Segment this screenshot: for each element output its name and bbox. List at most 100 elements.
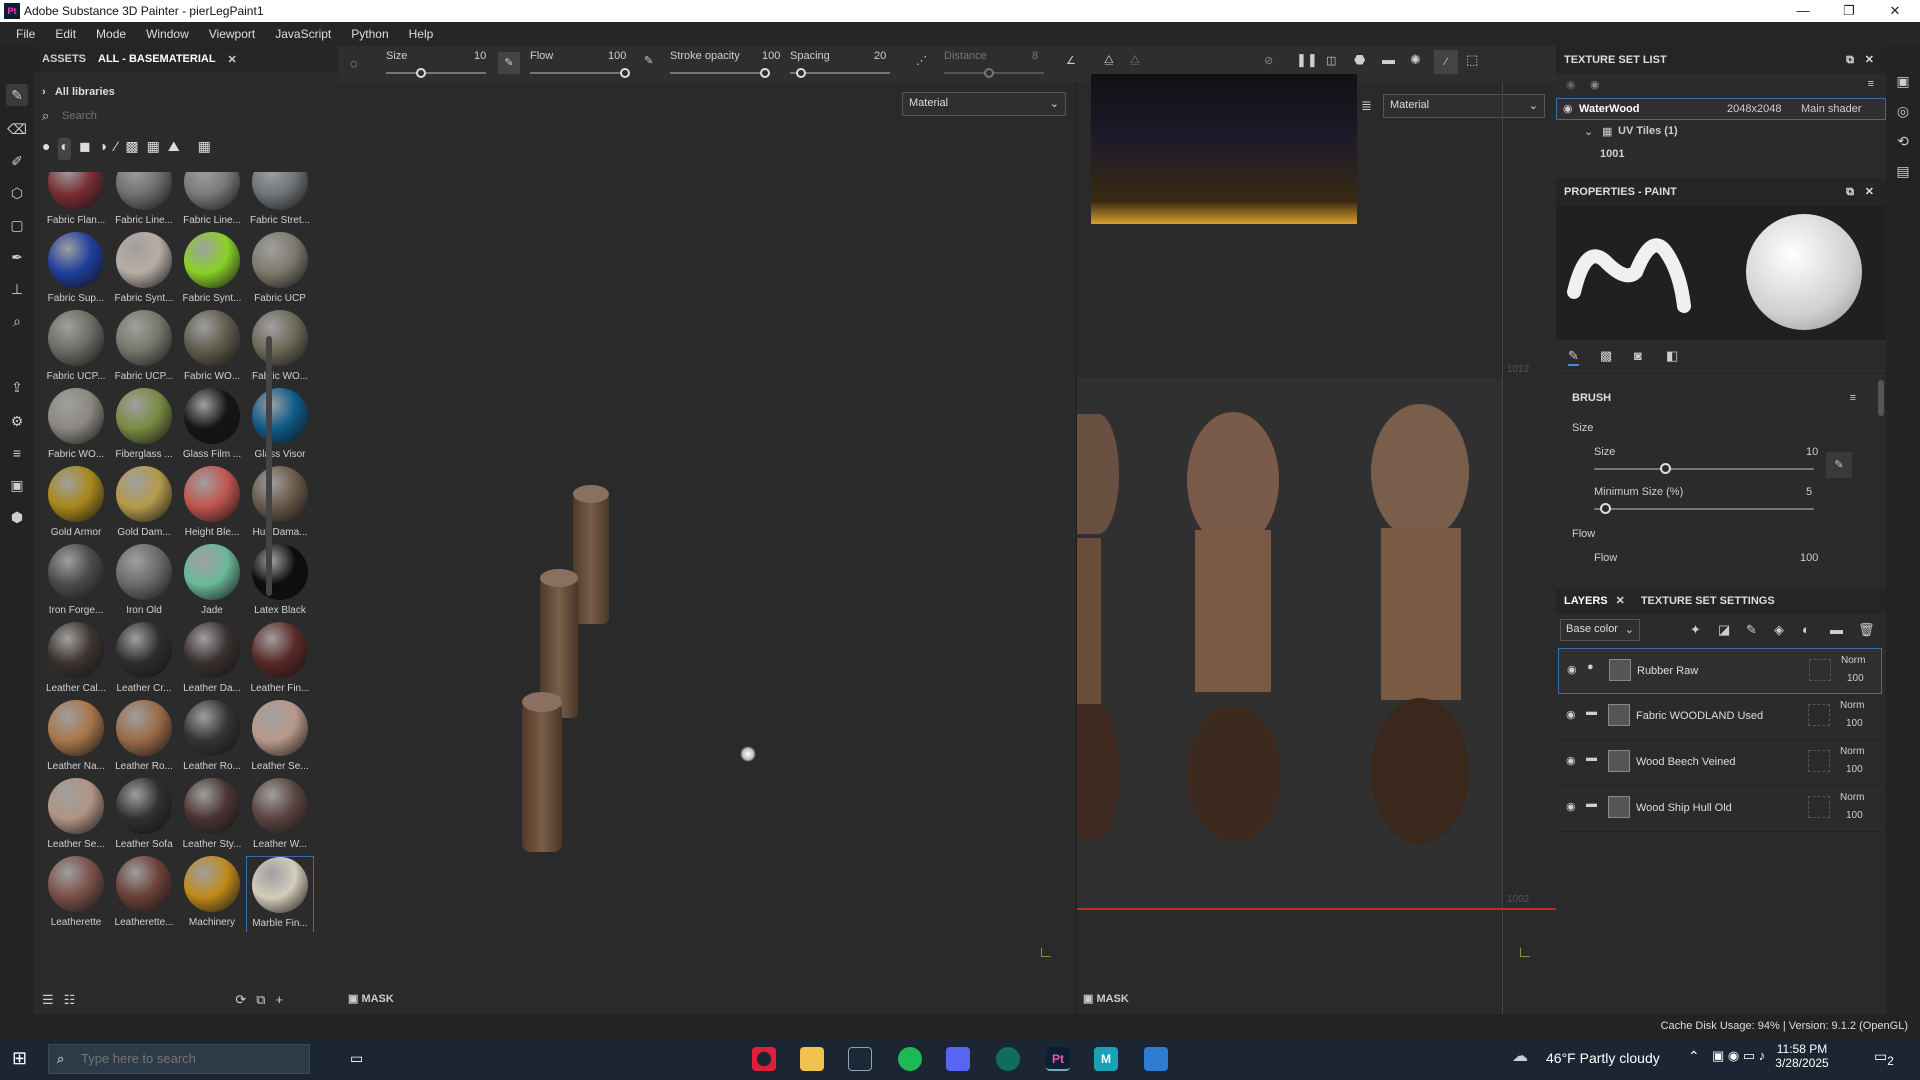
generator-filter-icon[interactable]: ◑ [99, 138, 107, 160]
material-thumbnail[interactable]: Leatherette... [110, 856, 178, 932]
material-thumbnail[interactable]: Height Ble... [178, 466, 246, 544]
eye-icon[interactable]: ◉ [1566, 800, 1576, 813]
tab-layers[interactable]: LAYERS [1564, 595, 1608, 607]
material-thumbnail[interactable]: Gold Armor [42, 466, 110, 544]
tab-basematerial[interactable]: ALL - BASEMATERIAL [90, 53, 220, 65]
brush-filter-icon[interactable]: ⁄ [115, 138, 117, 160]
ruler-icon[interactable]: ≡ [6, 442, 28, 464]
add-paint-layer-icon[interactable]: ✎ [1746, 622, 1757, 638]
close-panel-icon[interactable]: ✕ [1865, 46, 1874, 74]
layer-opacity[interactable]: 100 [1846, 810, 1863, 821]
material-thumbnail[interactable]: Leather Fin... [246, 622, 314, 700]
symmetry-icon[interactable]: ⧋ [1104, 54, 1114, 67]
material-thumbnail[interactable]: Iron Forge... [42, 544, 110, 622]
uv-tile-row[interactable]: 1001 [1556, 144, 1886, 174]
eye-icon[interactable]: ◉ [1563, 102, 1573, 115]
menu-edit[interactable]: Edit [45, 27, 86, 41]
bake-icon[interactable]: ⚙ [6, 410, 28, 432]
menu-file[interactable]: File [6, 27, 45, 41]
solo-icon[interactable]: ◉ [1590, 78, 1600, 91]
add-mask-icon[interactable]: ◪ [1718, 622, 1730, 638]
min-size-slider[interactable] [1594, 503, 1814, 514]
layer-row[interactable]: ◉ ▬ Wood Beech Veined Norm 100 [1558, 740, 1882, 786]
close-tab-icon[interactable]: ✕ [220, 53, 241, 66]
float-panel-icon[interactable]: ⧉ [1846, 46, 1854, 74]
material-tab-icon[interactable]: ▩ [1600, 348, 1612, 364]
spacing-slider[interactable] [790, 68, 890, 78]
material-thumbnail[interactable]: Fabric Stret... [246, 172, 314, 232]
viewport-3d[interactable]: Material ⌄ ∟ ▣ MASK [338, 82, 1076, 1014]
flow-pressure-icon[interactable]: ✎ [644, 54, 653, 67]
layer-blend-mode[interactable]: Norm [1840, 792, 1864, 803]
substance-painter-icon[interactable]: Pt [1046, 1047, 1070, 1071]
iray-icon[interactable]: ✺ [1410, 52, 1421, 68]
angle-icon[interactable]: ∠ [1066, 54, 1076, 67]
tray-chevron-icon[interactable]: ⌃ [1688, 1048, 1700, 1065]
hide-ui-icon[interactable]: ⊘ [1264, 54, 1273, 67]
log-icon[interactable]: ▤ [1892, 160, 1914, 182]
viewport-3d-channel-dropdown[interactable]: Material ⌄ [902, 92, 1066, 116]
layer-blend-mode[interactable]: Norm [1840, 700, 1864, 711]
notification-icon[interactable]: ▭2 [1874, 1048, 1894, 1068]
menu-window[interactable]: Window [136, 27, 199, 41]
layer-opacity[interactable]: 100 [1847, 673, 1864, 684]
smudge-icon[interactable]: ✒ [6, 246, 28, 268]
layer-opacity[interactable]: 100 [1846, 718, 1863, 729]
channel-list-icon[interactable]: ≣ [1361, 98, 1372, 114]
symmetry-settings-icon[interactable]: ⧋ [1130, 54, 1140, 67]
material-thumbnail[interactable]: Marble Fin... [246, 856, 314, 932]
mask-filter-icon[interactable]: ◼ [79, 138, 91, 160]
brush-tab-icon[interactable]: ✎ [1568, 348, 1579, 366]
windows-start-icon[interactable]: ⊞ [12, 1048, 27, 1069]
light-gizmo-icon[interactable] [740, 746, 756, 762]
texture-set-row[interactable]: ◉ WaterWood 2048x2048 Main shader [1556, 98, 1886, 120]
material-thumbnail[interactable]: Fabric WO... [246, 310, 314, 388]
properties-scrollbar[interactable] [1878, 380, 1884, 416]
menu-python[interactable]: Python [341, 27, 398, 41]
material-thumbnail[interactable]: Fiberglass ... [110, 388, 178, 466]
list-view-icon[interactable]: ☰ [42, 992, 54, 1008]
clone-icon[interactable]: ⊥ [6, 278, 28, 300]
material-thumbnail[interactable]: Fabric UCP [246, 232, 314, 310]
material-filter-icon[interactable]: ● [42, 138, 50, 160]
split-view-icon[interactable]: ◫ [1326, 54, 1336, 67]
brush-menu-icon[interactable]: ≡ [1850, 392, 1856, 404]
material-thumbnail[interactable]: Leatherette [42, 856, 110, 932]
color-picker-icon[interactable]: ⌕ [6, 310, 28, 332]
steam-icon[interactable] [848, 1047, 872, 1071]
size-slider[interactable] [386, 68, 486, 78]
assets-scrollbar[interactable] [266, 336, 272, 596]
refresh-icon[interactable]: ⟳ [235, 992, 246, 1008]
material-thumbnail[interactable]: Fabric Synt... [178, 232, 246, 310]
screenshot-icon[interactable]: ⬚ [1466, 52, 1478, 68]
material-thumbnail[interactable]: Glass Visor [246, 388, 314, 466]
menu-help[interactable]: Help [399, 27, 444, 41]
material-thumbnail[interactable]: Fabric WO... [178, 310, 246, 388]
history-icon[interactable]: ⟲ [1892, 130, 1914, 152]
environment-filter-icon[interactable]: ⛰ [168, 138, 180, 160]
layer-row[interactable]: ◉ ▬ Fabric WOODLAND Used Norm 100 [1558, 694, 1882, 740]
layer-mask-thumbnail[interactable] [1808, 704, 1830, 726]
weather-text[interactable]: 46°F Partly cloudy [1546, 1050, 1660, 1066]
add-icon[interactable]: + [276, 992, 284, 1008]
mask-toggle-3d[interactable]: ▣ MASK [348, 992, 394, 1005]
layer-blend-mode[interactable]: Norm [1841, 655, 1865, 666]
photos-icon[interactable] [1144, 1047, 1168, 1071]
menu-viewport[interactable]: Viewport [199, 27, 265, 41]
close-button[interactable]: ✕ [1872, 1, 1918, 21]
uv-tiles-row[interactable]: ⌄ ▦ UV Tiles (1) [1556, 120, 1886, 144]
clock[interactable]: 11:58 PM 3/28/2025 [1772, 1042, 1832, 1070]
stencil-tab-icon[interactable]: ◧ [1666, 348, 1678, 364]
discord-icon[interactable] [946, 1047, 970, 1071]
add-smart-material-icon[interactable]: ◐ [1802, 622, 1810, 637]
delete-layer-icon[interactable]: 🗑 [1858, 622, 1875, 638]
tray-icons[interactable]: ▣ ◉ ▭ ♪ [1712, 1048, 1765, 1064]
texture-filter-icon[interactable]: ▩ [125, 138, 138, 160]
lazy-mouse-icon[interactable]: ⋰ [916, 54, 927, 67]
app-icon[interactable] [996, 1047, 1020, 1071]
material-thumbnail[interactable]: Iron Old [110, 544, 178, 622]
material-thumbnail[interactable]: Leather W... [246, 778, 314, 856]
material-thumbnail[interactable]: Fabric Line... [110, 172, 178, 232]
tab-texture-set-settings[interactable]: TEXTURE SET SETTINGS [1641, 595, 1775, 607]
material-thumbnail[interactable]: Leather Se... [42, 778, 110, 856]
